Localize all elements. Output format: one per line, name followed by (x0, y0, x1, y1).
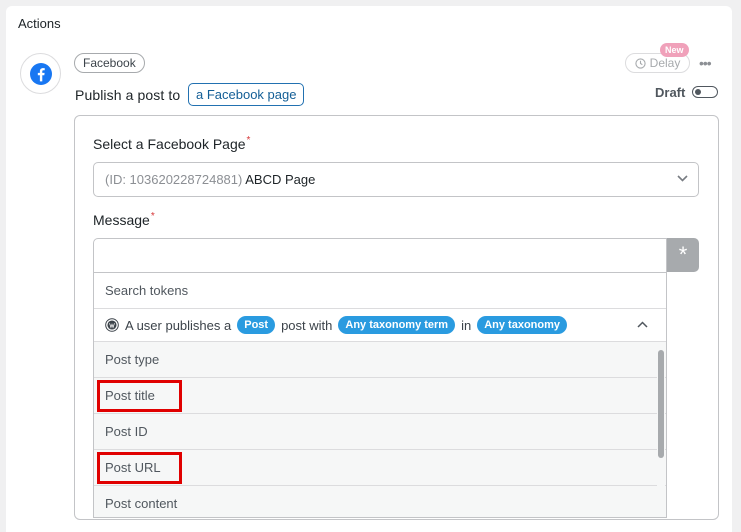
facebook-page-token-button[interactable]: a Facebook page (188, 83, 305, 106)
draft-label: Draft (655, 85, 686, 100)
chevron-up-icon (637, 321, 648, 328)
facebook-page-select[interactable]: (ID: 103620228724881) ABCD Page (93, 162, 699, 197)
post-type-badge: Post (237, 316, 276, 334)
required-mark: * (246, 135, 251, 146)
message-input[interactable] (93, 238, 667, 273)
taxonomy-term-badge: Any taxonomy term (338, 316, 456, 334)
page-id-text: (ID: 103620228724881) (105, 172, 243, 187)
token-item-post-id[interactable]: Post ID (94, 414, 666, 450)
facebook-integration-icon (20, 53, 61, 94)
toggle-knob (695, 88, 701, 95)
section-heading: Actions (18, 16, 61, 31)
page-field-label: Select a Facebook Page* (93, 135, 251, 152)
trigger-text-3: in (461, 317, 472, 333)
page-name-text: ABCD Page (245, 172, 316, 187)
message-field-label: Message* (93, 211, 155, 228)
highlight-box-post-url (97, 452, 182, 484)
insert-token-button[interactable]: * (667, 238, 699, 272)
highlight-box-post-title (97, 380, 182, 412)
taxonomy-badge: Any taxonomy (477, 316, 568, 334)
chevron-down-icon (677, 175, 688, 182)
trigger-text-2: post with (281, 317, 333, 333)
more-options-icon[interactable]: ••• (699, 55, 712, 71)
action-sentence: Publish a post to (75, 87, 181, 103)
trigger-group-header[interactable]: A user publishes a Post post with Any ta… (94, 309, 666, 342)
delay-label: Delay (649, 56, 681, 70)
new-badge: New (660, 43, 689, 57)
clock-icon (635, 57, 646, 69)
integration-pill: Facebook (74, 53, 145, 73)
scrollbar-thumb[interactable] (658, 350, 664, 458)
facebook-icon (29, 62, 52, 85)
token-item-post-type[interactable]: Post type (94, 342, 666, 378)
token-search-input[interactable]: Search tokens (94, 273, 666, 309)
draft-toggle[interactable] (692, 86, 718, 98)
required-mark: * (150, 211, 155, 222)
wordpress-icon (105, 318, 119, 332)
trigger-text-1: A user publishes a (125, 317, 232, 333)
token-item-post-content[interactable]: Post content (94, 486, 666, 517)
